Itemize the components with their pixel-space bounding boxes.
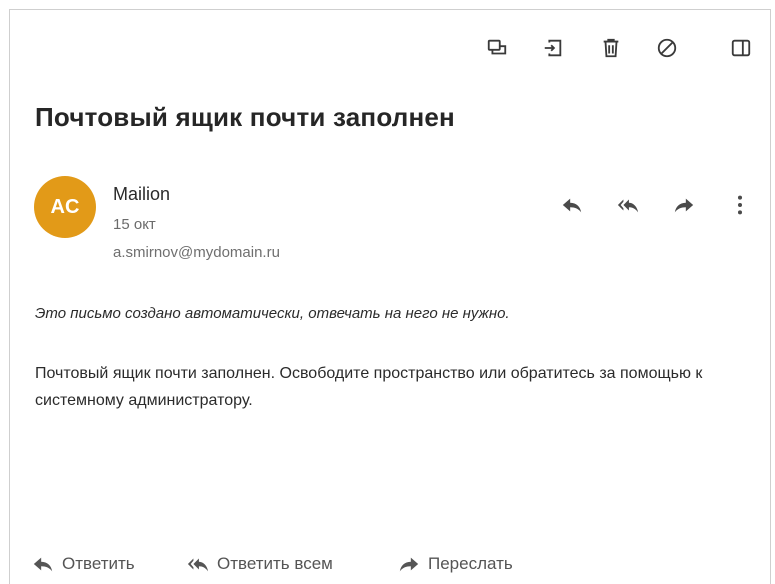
message-footer-actions: Ответить Ответить всем Переслать bbox=[10, 553, 770, 579]
footer-reply-all-button[interactable]: Ответить всем bbox=[187, 553, 333, 575]
block-icon bbox=[657, 38, 677, 58]
more-options-button[interactable] bbox=[725, 190, 755, 220]
message-subject: Почтовый ящик почти заполнен bbox=[35, 102, 455, 132]
auto-message-note: Это письмо создано автоматически, отвеча… bbox=[35, 305, 510, 322]
forward-icon bbox=[674, 198, 694, 213]
delete-button[interactable] bbox=[597, 34, 625, 62]
footer-forward-label: Переслать bbox=[428, 554, 513, 573]
forward-button[interactable] bbox=[669, 190, 699, 220]
reply-icon bbox=[33, 557, 53, 572]
block-sender-button[interactable] bbox=[653, 34, 681, 62]
reply-all-icon bbox=[187, 558, 209, 572]
message-view: Почтовый ящик почти заполнен AC Mailion … bbox=[9, 9, 771, 584]
sender-email[interactable]: a.smirnov@mydomain.ru bbox=[113, 244, 280, 261]
reply-button[interactable] bbox=[557, 190, 587, 220]
message-body: Почтовый ящик почти заполнен. Освободите… bbox=[35, 365, 703, 409]
reply-all-icon bbox=[617, 199, 639, 213]
reply-icon bbox=[562, 198, 582, 213]
archive-button[interactable] bbox=[539, 34, 567, 62]
archive-icon bbox=[544, 39, 562, 57]
toggle-panel-button[interactable] bbox=[727, 34, 755, 62]
reply-all-button[interactable] bbox=[613, 190, 643, 220]
footer-forward-button[interactable]: Переслать bbox=[398, 553, 513, 575]
footer-reply-label: Ответить bbox=[62, 554, 135, 573]
panel-toggle-icon bbox=[731, 39, 751, 57]
forward-icon bbox=[399, 557, 419, 572]
message-actions bbox=[10, 190, 770, 220]
footer-reply-all-label: Ответить всем bbox=[217, 554, 333, 573]
more-vertical-icon bbox=[737, 195, 743, 215]
trash-icon bbox=[603, 38, 619, 58]
footer-reply-button[interactable]: Ответить bbox=[32, 553, 135, 575]
move-to-folder-button[interactable] bbox=[483, 34, 511, 62]
message-toolbar bbox=[10, 34, 770, 62]
move-to-folder-icon bbox=[487, 39, 507, 55]
